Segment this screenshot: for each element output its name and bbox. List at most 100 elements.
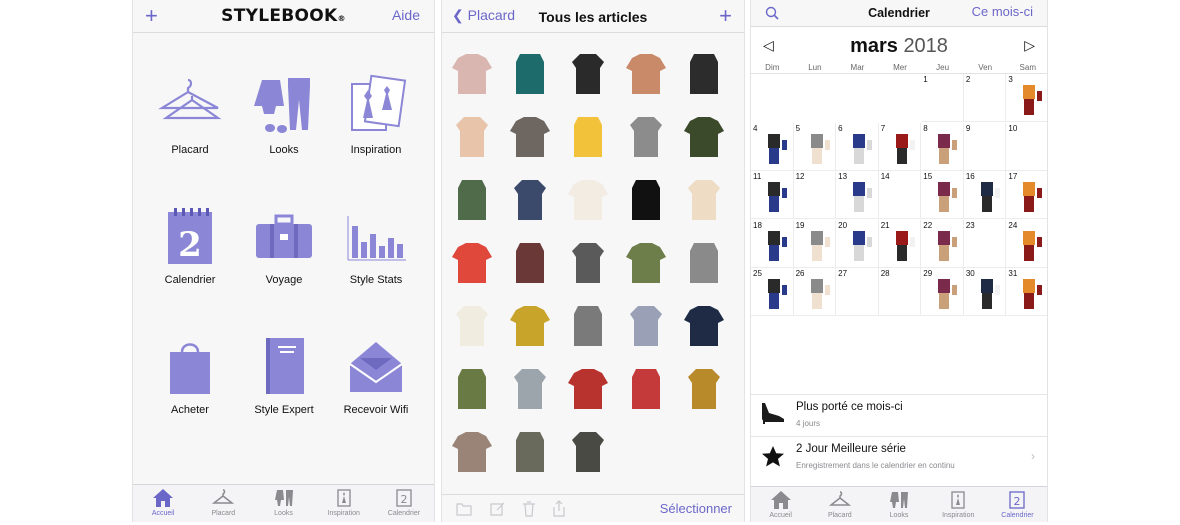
outfit-thumbnail xyxy=(1023,279,1043,310)
calendar-day[interactable]: 12 xyxy=(793,171,837,220)
most-worn-row[interactable]: Plus porté ce mois-ci 4 jours xyxy=(751,394,1047,434)
garment-item[interactable] xyxy=(568,367,608,411)
tab-looks[interactable]: Looks xyxy=(869,487,928,522)
help-button[interactable]: Aide xyxy=(392,7,420,23)
garment-item[interactable] xyxy=(452,241,492,285)
add-item-button[interactable]: + xyxy=(719,5,732,27)
garment-item[interactable] xyxy=(626,304,666,348)
garment-item[interactable] xyxy=(626,241,666,285)
garment-item[interactable] xyxy=(510,178,550,222)
garment-item[interactable] xyxy=(684,115,724,159)
streak-row[interactable]: 2 Jour Meilleure série Enregistrement da… xyxy=(751,436,1047,476)
select-button[interactable]: Sélectionner xyxy=(660,501,732,516)
garment-item[interactable] xyxy=(452,430,492,474)
tile-recevoir-wifi[interactable]: Recevoir Wifi xyxy=(331,334,421,416)
tile-voyage[interactable]: Voyage xyxy=(239,204,329,286)
trash-icon[interactable] xyxy=(522,501,536,517)
calendar-day[interactable]: 21 xyxy=(878,219,922,268)
garment-item[interactable] xyxy=(684,241,724,285)
calendar-day[interactable]: 18 xyxy=(751,219,794,268)
garment-image xyxy=(630,306,662,346)
garment-item[interactable] xyxy=(684,367,724,411)
this-month-button[interactable]: Ce mois-ci xyxy=(972,4,1033,19)
suitcase-icon xyxy=(256,214,312,258)
garment-item[interactable] xyxy=(626,178,666,222)
calendar-day[interactable]: 7 xyxy=(878,122,922,171)
garment-item[interactable] xyxy=(626,367,666,411)
garment-item[interactable] xyxy=(568,304,608,348)
calendar-day[interactable]: 5 xyxy=(793,122,837,171)
tab-inspiration[interactable]: Inspiration xyxy=(314,485,374,522)
calendar-day[interactable]: 22 xyxy=(921,219,964,268)
calendar-day[interactable]: 9 xyxy=(963,122,1007,171)
garment-item[interactable] xyxy=(510,430,550,474)
tile-calendrier[interactable]: 2 Calendrier xyxy=(145,204,235,286)
garment-item[interactable] xyxy=(452,52,492,96)
calendar-day[interactable]: 3 xyxy=(1006,74,1047,122)
garment-item[interactable] xyxy=(510,52,550,96)
tile-style-expert[interactable]: Style Expert xyxy=(239,334,329,416)
calendar-day[interactable]: 14 xyxy=(878,171,922,220)
tab-calendrier[interactable]: 2 Calendrier xyxy=(988,487,1047,522)
garment-item[interactable] xyxy=(510,241,550,285)
tab-accueil[interactable]: Accueil xyxy=(751,487,810,522)
calendar-day[interactable]: 24 xyxy=(1006,220,1047,268)
garment-item[interactable] xyxy=(510,367,550,411)
calendar-day[interactable]: 29 xyxy=(921,268,964,317)
garment-item[interactable] xyxy=(452,367,492,411)
calendar-day[interactable]: 2 xyxy=(963,74,1007,122)
calendar-day[interactable]: 19 xyxy=(793,219,837,268)
garment-item[interactable] xyxy=(568,115,608,159)
calendar-day[interactable]: 28 xyxy=(878,268,922,317)
calendar-day[interactable]: 20 xyxy=(836,219,879,268)
calendar-day[interactable]: 6 xyxy=(836,122,879,171)
tab-looks[interactable]: Looks xyxy=(253,485,313,522)
garment-item[interactable] xyxy=(510,115,550,159)
calendar-day[interactable]: 30 xyxy=(963,268,1007,317)
garment-item[interactable] xyxy=(684,178,724,222)
garment-item[interactable] xyxy=(568,178,608,222)
calendar-day[interactable]: 11 xyxy=(751,171,794,220)
calendar-day[interactable]: 25 xyxy=(751,268,794,317)
garment-item[interactable] xyxy=(626,115,666,159)
calendar-day[interactable]: 8 xyxy=(921,122,964,171)
garment-item[interactable] xyxy=(684,52,724,96)
calendar-day[interactable]: 15 xyxy=(921,171,964,220)
garment-item[interactable] xyxy=(568,241,608,285)
edit-icon[interactable] xyxy=(490,501,506,517)
garment-item[interactable] xyxy=(568,52,608,96)
garment-item[interactable] xyxy=(452,115,492,159)
tile-style-stats[interactable]: Style Stats xyxy=(331,204,421,286)
tab-calendrier[interactable]: 2 Calendrier xyxy=(374,485,434,522)
tab-inspiration[interactable]: Inspiration xyxy=(929,487,988,522)
tab-accueil[interactable]: Accueil xyxy=(133,485,193,522)
tile-inspiration[interactable]: Inspiration xyxy=(331,74,421,156)
tab-placard[interactable]: Placard xyxy=(193,485,253,522)
calendar-day[interactable]: 10 xyxy=(1006,123,1047,171)
calendar-day[interactable]: 17 xyxy=(1006,171,1047,220)
garment-item[interactable] xyxy=(452,178,492,222)
tab-placard[interactable]: Placard xyxy=(810,487,869,522)
calendar-day[interactable]: 1 xyxy=(921,74,964,122)
next-month-button[interactable]: ▷ xyxy=(1024,37,1035,54)
tile-looks[interactable]: Looks xyxy=(239,74,329,156)
share-icon[interactable] xyxy=(552,500,566,517)
calendar-day[interactable]: 13 xyxy=(836,171,879,220)
garment-item[interactable] xyxy=(452,304,492,348)
tab-label: Inspiration xyxy=(942,512,975,519)
garment-image xyxy=(626,243,666,283)
calendar-day[interactable]: 4 xyxy=(751,122,794,171)
garment-item[interactable] xyxy=(568,430,608,474)
calendar-day[interactable]: 23 xyxy=(963,219,1007,268)
tile-placard[interactable]: Placard xyxy=(145,74,235,156)
calendar-day[interactable]: 26 xyxy=(793,268,837,317)
garment-item[interactable] xyxy=(510,304,550,348)
garment-item[interactable] xyxy=(684,304,724,348)
folder-icon[interactable] xyxy=(456,502,472,516)
book-icon xyxy=(266,338,304,394)
calendar-day[interactable]: 31 xyxy=(1006,268,1047,317)
calendar-day[interactable]: 27 xyxy=(836,268,879,317)
calendar-day[interactable]: 16 xyxy=(963,171,1007,220)
garment-item[interactable] xyxy=(626,52,666,96)
tile-acheter[interactable]: Acheter xyxy=(145,334,235,416)
